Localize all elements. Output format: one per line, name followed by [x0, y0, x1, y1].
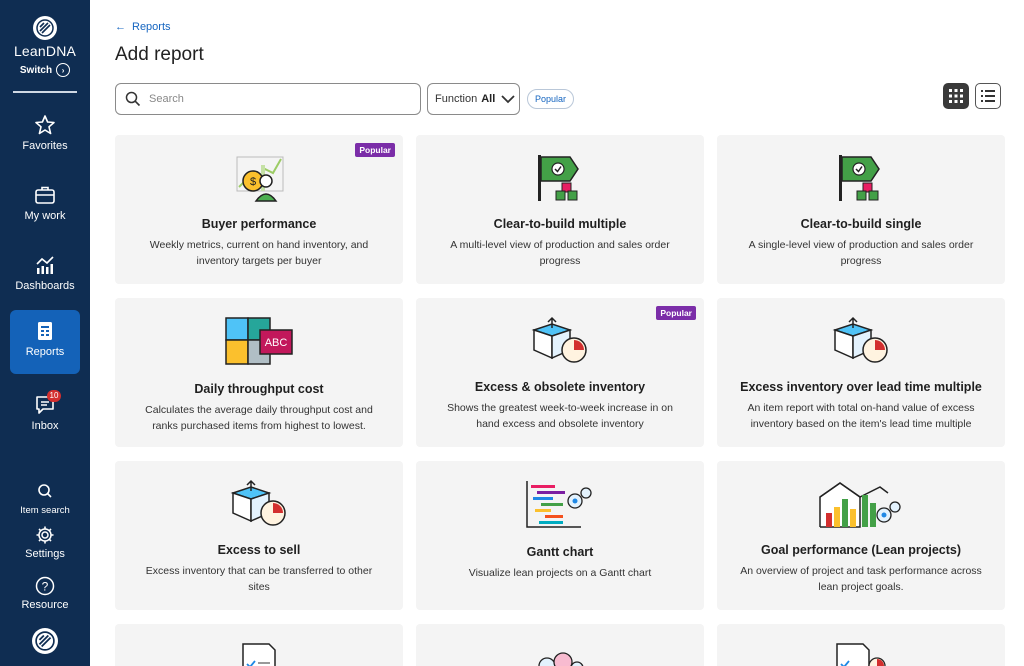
- card-description: Calculates the average daily throughput …: [145, 404, 373, 432]
- search-icon: [38, 484, 52, 498]
- report-card-clear-to-build-multiple[interactable]: Clear-to-build multiple A multi-level vi…: [416, 135, 704, 284]
- card-title: Clear-to-build single: [800, 217, 922, 231]
- leandna-logo-icon[interactable]: [33, 16, 57, 40]
- card-title: Buyer performance: [201, 217, 317, 231]
- report-card-excess-inventory-lead-time[interactable]: Excess inventory over lead time multiple…: [717, 298, 1005, 447]
- sidebar-item-label: Resource: [21, 599, 69, 611]
- card-description: An overview of project and task performa…: [740, 565, 982, 593]
- main-content: ← Reports Add report Function All Popula…: [90, 0, 1024, 666]
- sidebar-item-label: Reports: [25, 346, 65, 358]
- inbox-count-badge: 10: [47, 390, 61, 402]
- card-title: Excess to sell: [217, 543, 301, 557]
- sidebar-item-dashboards[interactable]: Dashboards: [10, 244, 80, 308]
- grid-icon: [949, 89, 963, 103]
- sidebar-item-reports[interactable]: Reports: [10, 310, 80, 374]
- report-icon: [38, 322, 52, 340]
- sidebar: LeanDNA Switch › Favorites My work Dashb…: [0, 0, 90, 666]
- flag-boxes-illustration: [839, 155, 880, 201]
- chevron-right-icon: ›: [56, 63, 71, 77]
- card-description: A single-level view of production and sa…: [748, 239, 974, 267]
- card-description: Excess inventory that can be transferred…: [145, 565, 373, 593]
- report-card-gantt-chart[interactable]: Gantt chart Visualize lean projects on a…: [416, 461, 704, 610]
- list-icon: [981, 90, 995, 102]
- abc-text: ABC: [265, 337, 288, 349]
- document-clock-illustration: [836, 643, 886, 666]
- svg-text:?: ?: [42, 580, 49, 594]
- report-card-excess-to-sell[interactable]: Excess to sell Excess inventory that can…: [115, 461, 403, 610]
- card-title: Clear-to-build multiple: [493, 217, 627, 231]
- page-title: Add report: [115, 44, 204, 65]
- report-card-clear-to-build-single[interactable]: Clear-to-build single A single-level vie…: [717, 135, 1005, 284]
- card-description: A multi-level view of production and sal…: [450, 239, 670, 267]
- card-description: An item report with total on-hand value …: [747, 402, 975, 430]
- star-icon: [35, 115, 55, 135]
- chevron-down-icon: [501, 95, 515, 104]
- sidebar-item-resource[interactable]: ? Resource: [0, 576, 90, 611]
- list-view-button[interactable]: [975, 83, 1001, 109]
- box-clock-illustration: [531, 316, 587, 363]
- function-value: All: [481, 93, 496, 105]
- card-title: Excess & obsolete inventory: [474, 380, 646, 394]
- sidebar-item-inbox[interactable]: 10 Inbox: [10, 384, 80, 448]
- buyer-illustration: $: [236, 156, 284, 202]
- report-card-partial[interactable]: [115, 624, 403, 666]
- svg-text:$: $: [250, 176, 256, 188]
- card-description: Visualize lean projects on a Gantt chart: [468, 567, 652, 579]
- card-description: Weekly metrics, current on hand inventor…: [149, 239, 369, 267]
- popular-badge: Popular: [355, 143, 395, 157]
- flag-boxes-illustration: [538, 155, 579, 201]
- inbox-icon: 10: [34, 390, 61, 416]
- sidebar-item-label: Settings: [25, 548, 65, 560]
- function-label: Function: [435, 93, 478, 105]
- card-title: Gantt chart: [526, 545, 594, 559]
- sidebar-item-settings[interactable]: Settings: [0, 525, 90, 560]
- sidebar-item-label: Inbox: [31, 420, 59, 432]
- report-card-excess-obsolete-inventory[interactable]: Popular Excess & obsolete inventory Show…: [416, 298, 704, 447]
- chart-icon: [36, 256, 54, 274]
- sidebar-item-label: Item search: [20, 505, 70, 516]
- back-to-reports-link[interactable]: ← Reports: [115, 21, 171, 33]
- popular-badge: Popular: [656, 306, 696, 320]
- gantt-illustration: [526, 481, 592, 528]
- function-select[interactable]: Function All: [427, 83, 520, 115]
- sidebar-item-my-work[interactable]: My work: [10, 174, 80, 238]
- back-label: Reports: [132, 21, 171, 33]
- brand: LeanDNA Switch ›: [0, 16, 90, 77]
- search-icon: [125, 91, 141, 107]
- box-clock-illustration: [230, 479, 286, 526]
- sidebar-item-item-search[interactable]: Item search: [0, 481, 90, 516]
- leandna-logo-icon[interactable]: [32, 628, 58, 654]
- report-card-goal-performance[interactable]: Goal performance (Lean projects) An over…: [717, 461, 1005, 610]
- search-input[interactable]: [149, 93, 409, 105]
- card-description: Shows the greatest week-to-week increase…: [447, 402, 673, 430]
- divider: [13, 91, 77, 93]
- grid-view-button[interactable]: [943, 83, 969, 109]
- goal-chart-illustration: [819, 482, 901, 528]
- sidebar-item-label: My work: [24, 210, 66, 222]
- popular-filter-chip[interactable]: Popular: [527, 89, 575, 109]
- report-card-daily-throughput-cost[interactable]: ABC Daily throughput cost Calculates the…: [115, 298, 403, 447]
- report-card-partial[interactable]: [717, 624, 1005, 666]
- sidebar-item-favorites[interactable]: Favorites: [10, 104, 80, 168]
- box-clock-illustration: [832, 316, 888, 363]
- sidebar-item-label: Dashboards: [15, 280, 75, 292]
- sidebar-item-label: Favorites: [22, 140, 68, 152]
- card-title: Goal performance (Lean projects): [760, 543, 962, 557]
- switch-label: Switch: [19, 64, 53, 76]
- briefcase-icon: [35, 186, 55, 204]
- report-card-partial[interactable]: [416, 624, 704, 666]
- puzzle-illustration: ABC: [225, 317, 293, 365]
- report-card-buyer-performance[interactable]: Popular $ Buyer performance Weekly metri…: [115, 135, 403, 284]
- gear-icon: [36, 526, 54, 544]
- search-box[interactable]: [115, 83, 421, 115]
- switch-button[interactable]: Switch ›: [0, 63, 90, 77]
- document-check-illustration: [242, 643, 276, 666]
- brand-name: LeanDNA: [13, 43, 77, 59]
- card-title: Daily throughput cost: [194, 382, 324, 396]
- card-title: Excess inventory over lead time multiple: [740, 380, 982, 394]
- gears-illustration: [538, 652, 584, 666]
- arrow-left-icon: ←: [115, 21, 126, 33]
- help-icon: ?: [35, 576, 55, 596]
